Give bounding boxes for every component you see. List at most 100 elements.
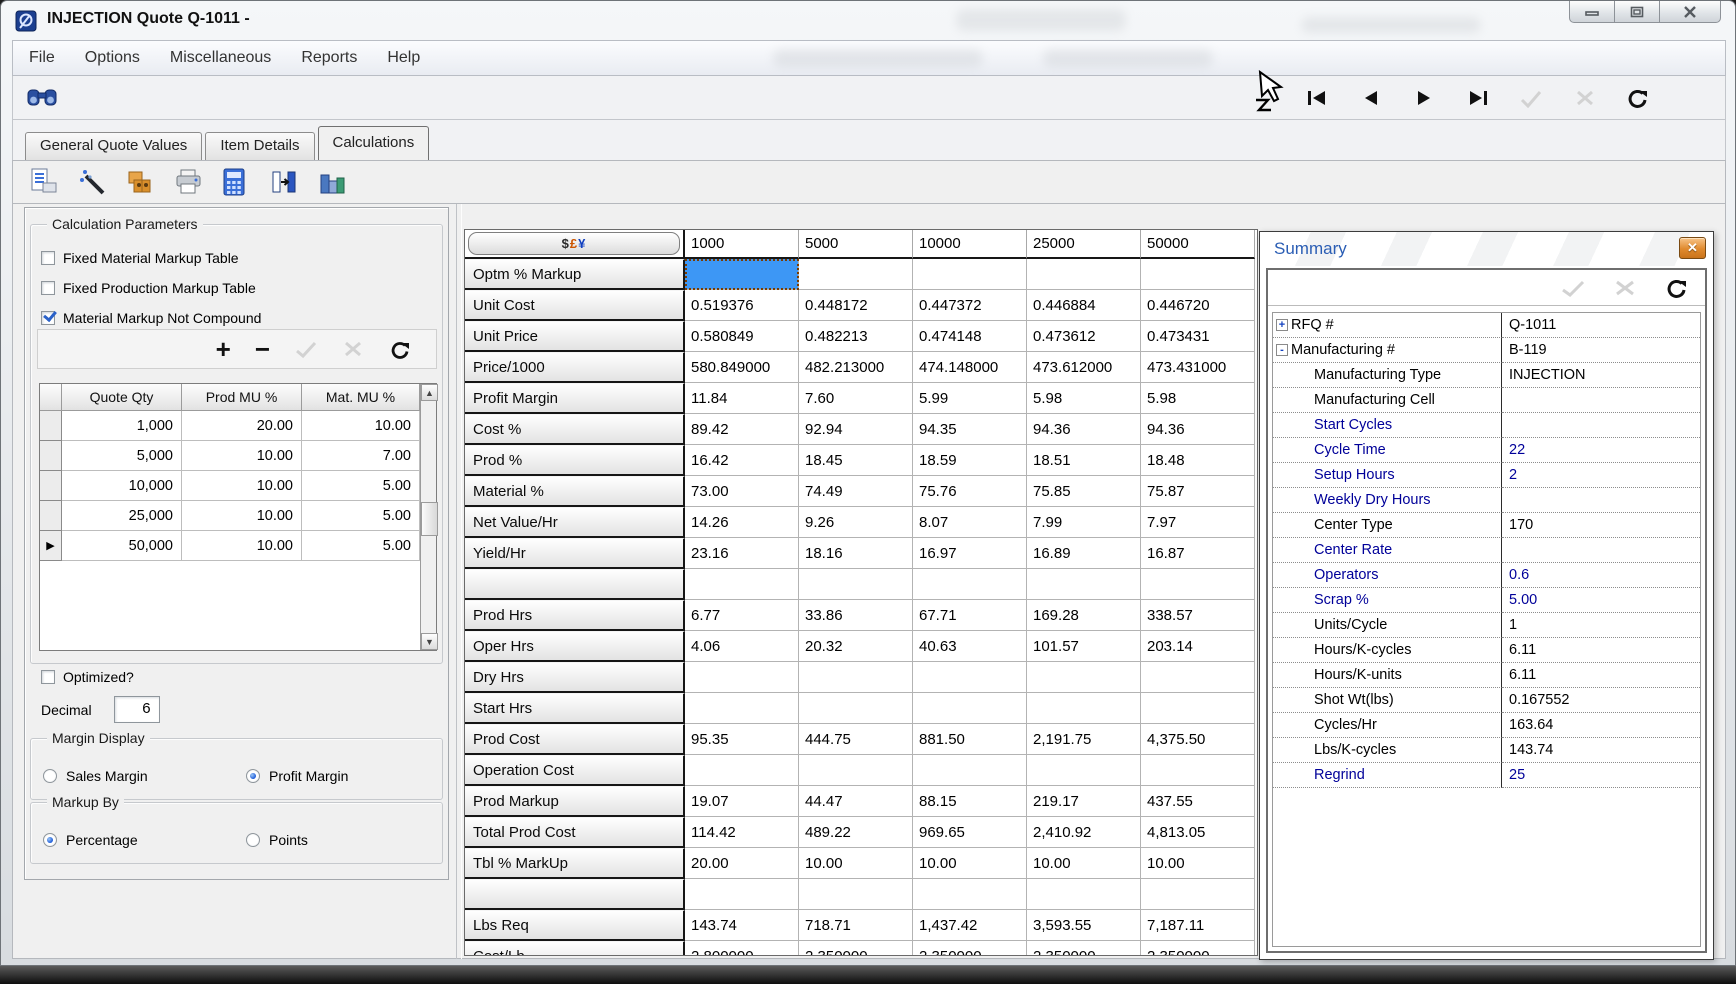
checkbox-optimized[interactable]: Optimized? [41,668,134,686]
cancel-icon[interactable] [1573,86,1597,110]
mat-mu-cell[interactable]: 5.00 [302,531,420,561]
value-cell[interactable]: 4.06 [685,631,799,662]
qty-column-header[interactable]: 1000 [685,230,799,259]
summary-value[interactable]: 6.11 [1502,663,1700,688]
value-cell[interactable]: 73.00 [685,476,799,507]
summary-value[interactable]: 5.00 [1502,588,1700,613]
value-cell[interactable]: 16.42 [685,445,799,476]
value-cell[interactable] [913,755,1027,786]
accept-icon[interactable] [1519,86,1543,110]
radio-sales-margin[interactable]: Sales Margin [43,767,148,785]
value-cell[interactable]: 169.28 [1027,600,1141,631]
value-cell[interactable] [1141,879,1255,910]
prod-mu-cell[interactable]: 10.00 [182,531,302,561]
value-cell[interactable] [913,569,1027,600]
row-selector[interactable]: ▶ [40,531,62,561]
print-icon[interactable] [173,167,203,197]
value-cell[interactable]: 4,813.05 [1141,817,1255,848]
value-cell[interactable]: 474.148000 [913,352,1027,383]
prod-mu-cell[interactable]: 10.00 [182,471,302,501]
radio-dot[interactable] [246,833,260,847]
refresh-icon[interactable] [1664,277,1689,299]
value-cell[interactable]: 20.00 [685,848,799,879]
value-cell[interactable]: 482.213000 [799,352,913,383]
row-label[interactable]: Tbl % MarkUp [465,848,685,879]
row-label[interactable]: Net Value/Hr [465,507,685,538]
panel-splitter[interactable] [456,204,462,959]
value-cell[interactable]: 95.35 [685,724,799,755]
summary-value[interactable]: 170 [1502,513,1700,538]
row-label[interactable] [465,879,685,910]
value-cell[interactable]: 44.47 [799,786,913,817]
summary-title-bar[interactable]: Summary ✕ [1260,232,1713,266]
value-cell[interactable]: 75.76 [913,476,1027,507]
value-cell[interactable]: 0.474148 [913,321,1027,352]
value-cell[interactable]: 89.42 [685,414,799,445]
column-select-icon[interactable] [269,167,299,197]
qty-grid-row[interactable]: 10,000 10.00 5.00 [40,471,420,501]
value-cell[interactable] [1027,662,1141,693]
cancel-icon[interactable] [342,339,364,359]
value-cell[interactable]: 2.350000 [1027,941,1141,956]
value-cell[interactable]: 0.473431 [1141,321,1255,352]
remove-row-icon[interactable]: − [255,339,270,359]
value-cell[interactable]: 75.85 [1027,476,1141,507]
mat-mu-cell[interactable]: 5.00 [302,501,420,531]
qty-grid-scrollbar[interactable]: ▲ ▼ [420,384,436,650]
value-cell[interactable] [913,662,1027,693]
summary-value[interactable]: INJECTION [1502,363,1700,388]
add-row-icon[interactable]: + [216,339,231,359]
summary-value[interactable]: 143.74 [1502,738,1700,763]
row-label[interactable]: Unit Price [465,321,685,352]
first-record-icon[interactable] [1305,86,1329,110]
value-cell[interactable] [799,569,913,600]
expand-icon[interactable]: + [1276,319,1288,331]
row-label[interactable]: Optm % Markup [465,259,685,290]
next-record-icon[interactable] [1412,86,1436,110]
value-cell[interactable] [1027,693,1141,724]
value-cell[interactable]: 2,191.75 [1027,724,1141,755]
restore-button[interactable] [1614,1,1660,23]
value-cell[interactable] [685,662,799,693]
value-cell[interactable] [685,569,799,600]
checkbox-box[interactable] [41,311,55,325]
value-cell[interactable] [799,662,913,693]
value-cell[interactable]: 16.97 [913,538,1027,569]
value-cell[interactable]: 94.36 [1027,414,1141,445]
row-selector[interactable] [40,471,62,501]
value-cell[interactable]: 10.00 [1027,848,1141,879]
checkbox-fixed-production-markup[interactable]: Fixed Production Markup Table [41,279,256,297]
tab-calculations[interactable]: Calculations [318,126,430,160]
value-cell[interactable]: 10.00 [913,848,1027,879]
value-cell[interactable] [1141,259,1255,290]
qty-column-header[interactable]: 10000 [913,230,1027,259]
summary-value[interactable]: 0.167552 [1502,688,1700,713]
value-cell[interactable]: 10.00 [1141,848,1255,879]
value-cell[interactable] [913,259,1027,290]
value-cell[interactable]: 16.89 [1027,538,1141,569]
value-cell[interactable]: 969.65 [913,817,1027,848]
binoculars-icon[interactable] [27,84,57,112]
row-label[interactable]: Unit Cost [465,290,685,321]
scroll-down-icon[interactable]: ▼ [421,633,438,650]
value-cell[interactable] [1027,569,1141,600]
summary-value[interactable]: 2 [1502,463,1700,488]
value-cell[interactable] [1141,755,1255,786]
checkbox-box[interactable] [41,251,55,265]
qty-column-header[interactable]: 50000 [1141,230,1255,259]
value-cell[interactable] [685,755,799,786]
row-label[interactable]: Profit Margin [465,383,685,414]
decimal-input[interactable]: 6 [114,696,160,723]
value-cell[interactable]: 18.51 [1027,445,1141,476]
value-cell[interactable]: 4,375.50 [1141,724,1255,755]
radio-dot[interactable] [43,769,57,783]
value-cell[interactable]: 489.22 [799,817,913,848]
refresh-icon[interactable] [388,339,412,360]
value-cell[interactable]: 0.447372 [913,290,1027,321]
value-cell[interactable]: 67.71 [913,600,1027,631]
menu-help[interactable]: Help [387,49,420,67]
value-cell[interactable]: 14.26 [685,507,799,538]
value-cell[interactable]: 881.50 [913,724,1027,755]
value-cell[interactable]: 18.16 [799,538,913,569]
row-label[interactable]: Cost/Lb [465,941,685,956]
